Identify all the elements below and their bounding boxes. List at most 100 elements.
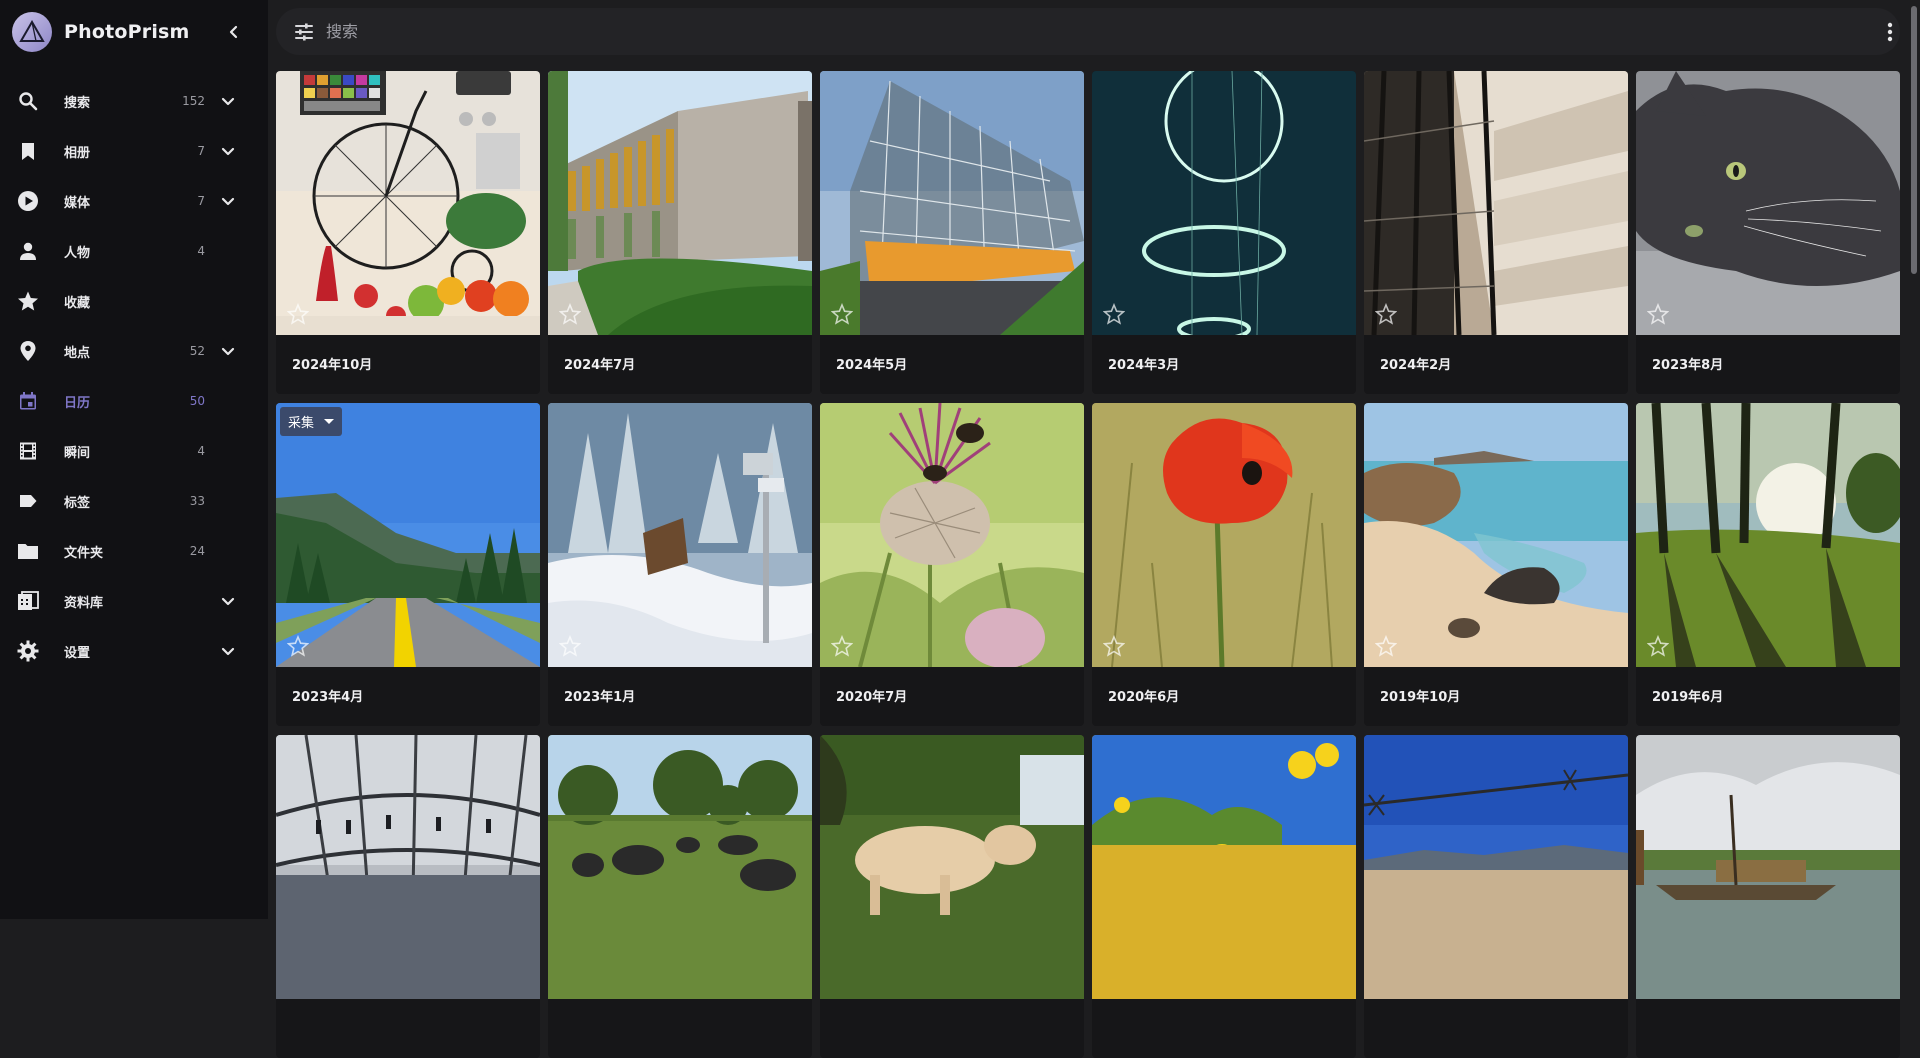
favorite-star-icon[interactable] (1646, 302, 1670, 325)
favorite-star-icon[interactable] (1374, 302, 1398, 325)
calendar-card[interactable]: 2019年10月 (1364, 403, 1628, 726)
calendar-card[interactable]: 2024年5月 (820, 71, 1084, 394)
card-title: 2024年2月 (1380, 358, 1452, 373)
calendar-card[interactable] (820, 735, 1084, 1058)
photo-thumbnail[interactable] (1092, 71, 1356, 335)
sidebar-item-label: 设置 (64, 645, 91, 661)
sidebar-item-people[interactable]: 人物 4 (0, 226, 268, 276)
photo-thumbnail[interactable] (1636, 735, 1900, 999)
calendar-card[interactable]: 2023年8月 (1636, 71, 1900, 394)
calendar-card[interactable] (1092, 735, 1356, 1058)
photo-thumbnail[interactable] (1364, 403, 1628, 667)
collect-album-dropdown[interactable]: 采集 (280, 407, 343, 436)
photo-thumbnail[interactable] (1092, 735, 1356, 999)
photo-thumbnail[interactable] (548, 403, 812, 667)
photo-thumbnail[interactable] (820, 735, 1084, 999)
photo-thumbnail[interactable] (548, 71, 812, 335)
photo-thumbnail[interactable] (1364, 71, 1628, 335)
caret-down-icon (324, 419, 335, 424)
sidebar-item-albums[interactable]: 相册 7 (0, 126, 268, 176)
favorite-star-icon[interactable] (1102, 634, 1126, 657)
photo-thumbnail[interactable] (1364, 735, 1628, 999)
sidebar-item-label: 地点 (64, 345, 91, 361)
photoprism-logo[interactable] (12, 12, 52, 52)
favorite-star-icon[interactable] (1646, 634, 1670, 657)
more-options-icon[interactable] (1878, 20, 1902, 44)
sidebar-item-search[interactable]: 搜索 152 (0, 76, 268, 126)
sidebar-item-count: 33 (189, 494, 205, 508)
calendar-card[interactable]: 采集 2023年4月 (276, 403, 540, 726)
favorite-star-icon[interactable] (1374, 634, 1398, 657)
favorite-star-icon[interactable] (558, 302, 582, 325)
sidebar-item-favorites[interactable]: 收藏 (0, 276, 268, 326)
top-bar (268, 0, 1908, 64)
app-name: PhotoPrism (64, 21, 190, 43)
chevron-down-icon[interactable] (216, 589, 240, 613)
photo-thumbnail[interactable] (548, 735, 812, 999)
sidebar-item-count: 52 (189, 344, 205, 358)
calendar-card[interactable]: 2024年3月 (1092, 71, 1356, 394)
chevron-down-icon[interactable] (216, 339, 240, 363)
card-title: 2020年6月 (1108, 690, 1180, 705)
sidebar-item-moments[interactable]: 瞬间 4 (0, 426, 268, 476)
filter-toggle-icon[interactable] (292, 20, 316, 44)
sidebar-item-folders[interactable]: 文件夹 24 (0, 526, 268, 576)
calendar-card[interactable]: 2023年1月 (548, 403, 812, 726)
library-icon (16, 589, 40, 613)
favorite-star-icon[interactable] (830, 634, 854, 657)
sidebar-item-calendar[interactable]: 日历 50 (0, 376, 268, 426)
favorite-star-icon[interactable] (286, 302, 310, 325)
calendar-card[interactable] (1364, 735, 1628, 1058)
sidebar-item-labels[interactable]: 标签 33 (0, 476, 268, 526)
calendar-card[interactable] (548, 735, 812, 1058)
favorite-star-icon[interactable] (286, 634, 310, 657)
photo-thumbnail[interactable] (1636, 71, 1900, 335)
brand: PhotoPrism (0, 0, 268, 64)
sidebar-item-count: 7 (197, 194, 205, 208)
sidebar-item-label: 资料库 (64, 595, 104, 611)
sidebar-item-library[interactable]: 资料库 (0, 576, 268, 626)
photo-thumbnail[interactable] (1636, 403, 1900, 667)
card-title: 2023年1月 (564, 690, 636, 705)
sidebar-item-settings[interactable]: 设置 (0, 626, 268, 676)
calendar-card[interactable] (1636, 735, 1900, 1058)
favorite-star-icon[interactable] (1102, 302, 1126, 325)
photo-thumbnail[interactable] (820, 71, 1084, 335)
sidebar-item-label: 日历 (64, 395, 91, 411)
chevron-down-icon[interactable] (216, 89, 240, 113)
map-pin-icon (16, 339, 40, 363)
calendar-card[interactable]: 2024年2月 (1364, 71, 1628, 394)
sidebar-item-media[interactable]: 媒体 7 (0, 176, 268, 226)
gear-icon (16, 639, 40, 663)
page-scrollbar[interactable] (1908, 0, 1920, 919)
collapse-sidebar-icon[interactable] (222, 20, 246, 44)
calendar-card[interactable]: 2024年7月 (548, 71, 812, 394)
search-icon (16, 89, 40, 113)
photo-thumbnail[interactable] (276, 735, 540, 999)
sidebar-item-label: 标签 (64, 495, 91, 511)
photo-thumbnail[interactable] (1092, 403, 1356, 667)
photo-thumbnail[interactable] (276, 71, 540, 335)
favorite-star-icon[interactable] (830, 302, 854, 325)
calendar-card[interactable]: 2020年7月 (820, 403, 1084, 726)
sidebar-item-count: 4 (197, 444, 205, 458)
chevron-down-icon[interactable] (216, 139, 240, 163)
chevron-down-icon[interactable] (216, 639, 240, 663)
calendar-card[interactable]: 2019年6月 (1636, 403, 1900, 726)
search-input[interactable] (326, 22, 1826, 41)
sidebar-item-places[interactable]: 地点 52 (0, 326, 268, 376)
chevron-down-icon[interactable] (216, 189, 240, 213)
photo-thumbnail[interactable] (276, 403, 540, 667)
bookmark-icon (16, 139, 40, 163)
calendar-card[interactable]: 2020年6月 (1092, 403, 1356, 726)
sidebar-item-label: 人物 (64, 245, 91, 261)
card-title: 2024年10月 (292, 358, 373, 373)
scrollbar-thumb[interactable] (1911, 6, 1917, 274)
star-icon (16, 289, 40, 313)
photo-thumbnail[interactable] (820, 403, 1084, 667)
favorite-star-icon[interactable] (558, 634, 582, 657)
calendar-card[interactable] (276, 735, 540, 1058)
calendar-card[interactable]: 2024年10月 (276, 71, 540, 394)
label-icon (16, 489, 40, 513)
card-title: 2023年4月 (292, 690, 364, 705)
